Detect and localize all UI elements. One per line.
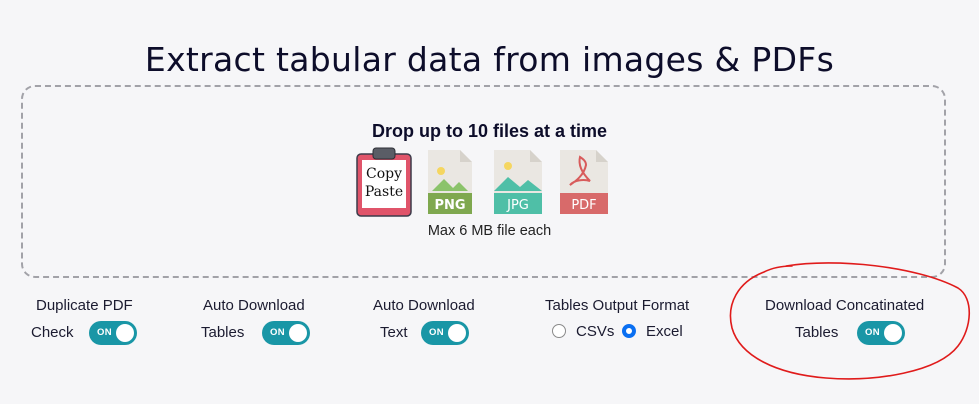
- red-annotation-circle: [729, 262, 970, 380]
- auto-download-tables-label: Auto Download: [203, 297, 305, 314]
- output-format-label: Tables Output Format: [545, 297, 690, 314]
- file-type-icons: Copy Paste PNG JPG PDF: [0, 147, 979, 217]
- auto-download-tables-toggle[interactable]: ON: [262, 321, 310, 345]
- duplicate-pdf-side-label: Check: [31, 324, 74, 341]
- copy-paste-clipboard-icon[interactable]: Copy Paste: [356, 147, 412, 217]
- csvs-radio-label: CSVs: [576, 323, 615, 340]
- auto-download-text-side-label: Text: [380, 324, 408, 341]
- toggle-knob: [448, 324, 466, 342]
- jpg-file-icon[interactable]: JPG: [492, 147, 544, 217]
- auto-download-text-toggle[interactable]: ON: [421, 321, 469, 345]
- duplicate-pdf-label: Duplicate PDF: [36, 297, 133, 314]
- excel-radio-label: Excel: [646, 323, 683, 340]
- auto-download-text-label: Auto Download: [373, 297, 475, 314]
- svg-text:PNG: PNG: [434, 198, 465, 213]
- toggle-knob: [289, 324, 307, 342]
- auto-download-tables-side-label: Tables: [201, 324, 245, 341]
- page-title: Extract tabular data from images & PDFs: [144, 40, 835, 79]
- svg-text:Paste: Paste: [365, 184, 403, 200]
- pdf-file-icon[interactable]: PDF: [558, 147, 610, 217]
- dropzone-heading: Drop up to 10 files at a time: [371, 121, 608, 141]
- svg-text:JPG: JPG: [506, 198, 529, 213]
- toggle-knob: [116, 324, 134, 342]
- png-file-icon[interactable]: PNG: [426, 147, 474, 217]
- duplicate-pdf-toggle[interactable]: ON: [89, 321, 137, 345]
- excel-radio[interactable]: [622, 324, 636, 338]
- file-size-note: Max 6 MB file each: [427, 223, 552, 239]
- svg-text:Copy: Copy: [366, 166, 402, 182]
- svg-text:PDF: PDF: [571, 198, 596, 213]
- csvs-radio[interactable]: [552, 324, 566, 338]
